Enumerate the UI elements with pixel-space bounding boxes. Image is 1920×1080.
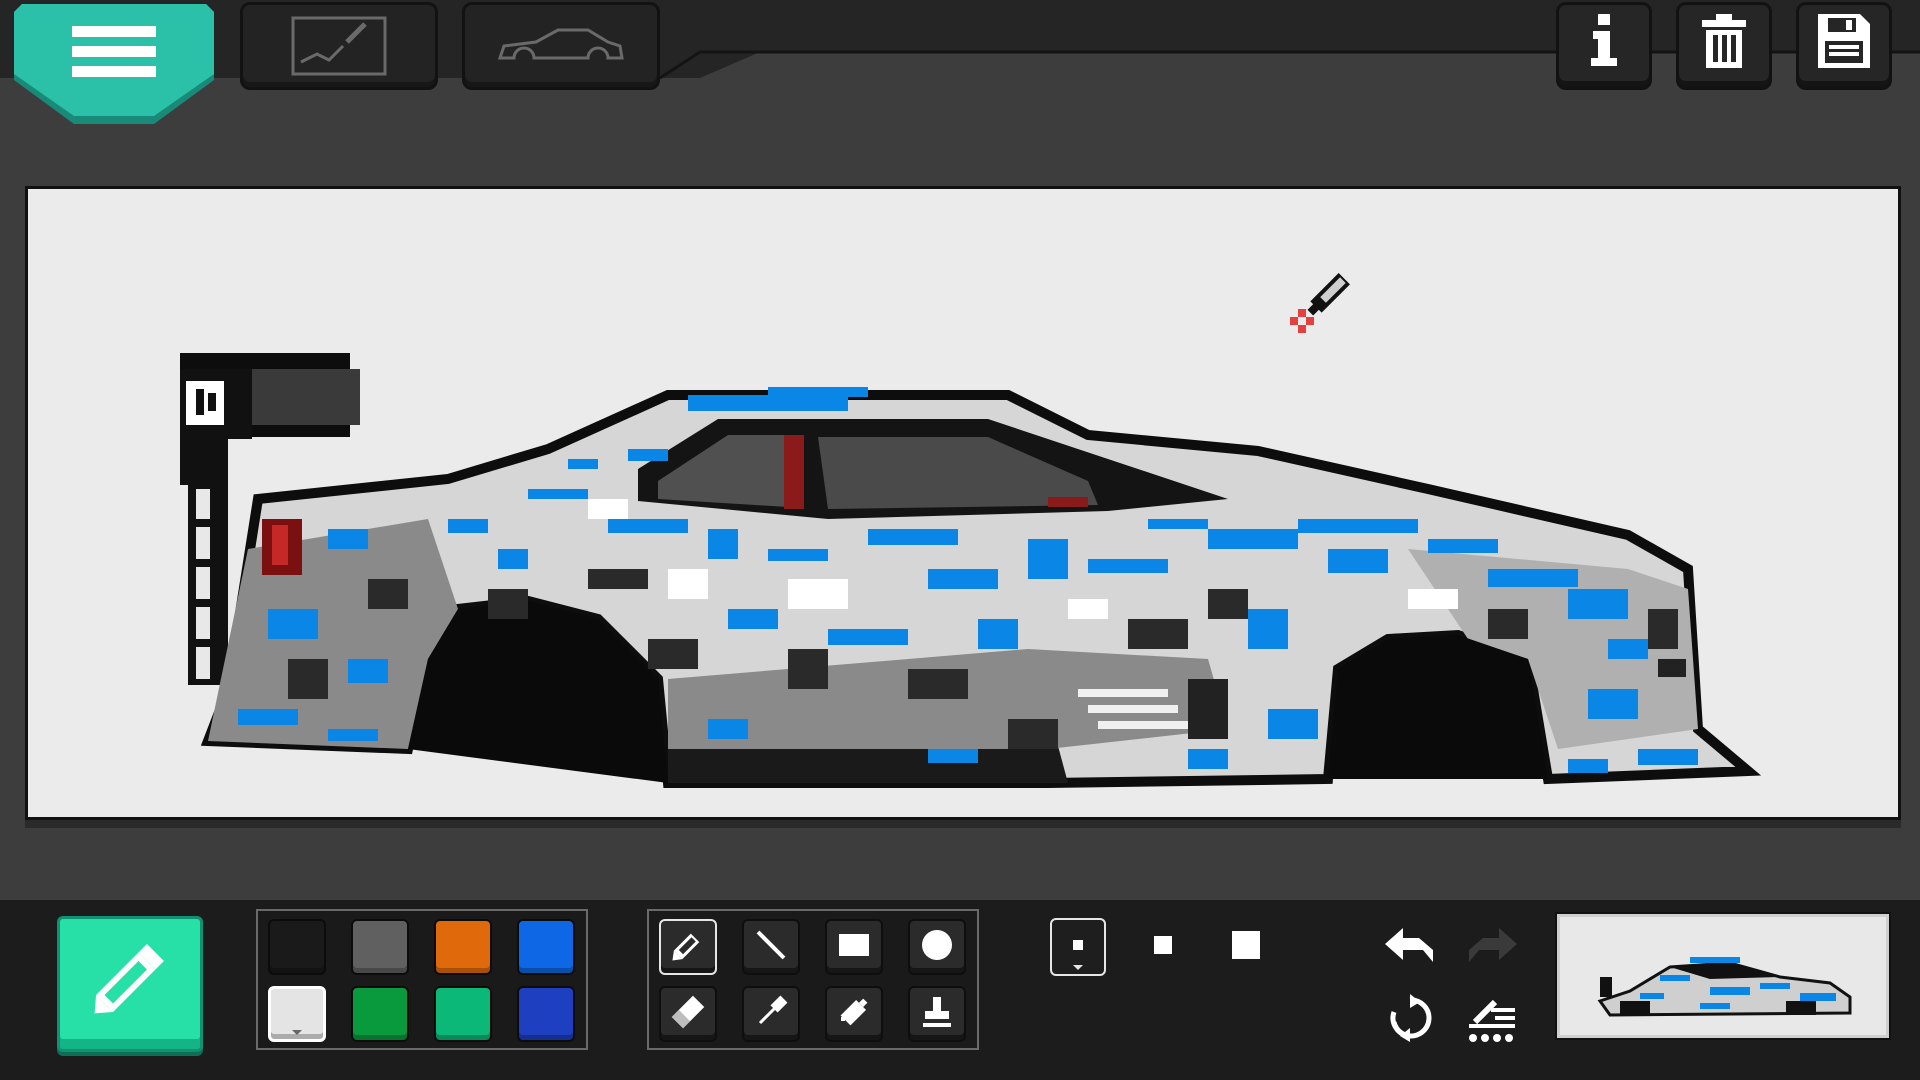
pen-cursor-icon — [1290, 273, 1350, 333]
tool-pencil[interactable] — [659, 919, 717, 975]
tool-spray[interactable] — [825, 986, 883, 1042]
color-swatch[interactable] — [517, 919, 575, 975]
livery-preview-icon — [1597, 957, 1852, 1017]
color-swatch[interactable] — [434, 986, 492, 1042]
top-bar — [0, 0, 1920, 124]
floppy-disk-icon — [1818, 14, 1870, 69]
tool-stamp[interactable] — [908, 986, 966, 1042]
rotate-button[interactable] — [1378, 988, 1442, 1048]
tool-grid — [647, 909, 979, 1050]
info-icon — [1591, 14, 1617, 67]
active-tool-button[interactable] — [57, 916, 203, 1052]
spray-can-icon — [840, 998, 868, 1026]
rotate-icon — [1390, 994, 1432, 1042]
tool-rectangle[interactable] — [825, 919, 883, 975]
color-swatch[interactable] — [517, 986, 575, 1042]
eyedropper-icon — [758, 995, 788, 1024]
color-swatch[interactable] — [351, 919, 409, 975]
layers-edit-icon — [1469, 999, 1515, 1042]
tool-eraser[interactable] — [659, 986, 717, 1042]
color-swatch[interactable] — [268, 919, 326, 975]
color-swatch[interactable] — [268, 986, 326, 1042]
menu-button[interactable] — [14, 4, 214, 128]
car-silhouette-icon — [497, 28, 624, 60]
drawing-board-icon — [291, 16, 387, 76]
tool-line[interactable] — [742, 919, 800, 975]
tool-circle[interactable] — [908, 919, 966, 975]
save-button[interactable] — [1796, 2, 1892, 90]
hamburger-icon — [14, 4, 214, 124]
drawing-canvas[interactable] — [25, 186, 1901, 820]
car-tab[interactable] — [462, 2, 660, 90]
brush-size-small[interactable] — [1050, 918, 1106, 976]
undo-icon — [1385, 928, 1433, 962]
brush-size-medium[interactable] — [1135, 918, 1191, 976]
trash-icon — [1702, 14, 1746, 69]
livery-preview[interactable] — [1557, 914, 1889, 1038]
stamp-icon — [923, 996, 951, 1027]
brush-size-large[interactable] — [1218, 918, 1274, 976]
pencil-icon — [94, 943, 164, 1013]
redo-button[interactable] — [1460, 916, 1524, 976]
undo-button[interactable] — [1378, 916, 1442, 976]
color-swatch[interactable] — [351, 986, 409, 1042]
redo-icon — [1469, 928, 1517, 962]
delete-button[interactable] — [1676, 2, 1772, 90]
circle-icon — [922, 929, 952, 960]
layers-edit-button[interactable] — [1460, 988, 1524, 1048]
color-swatch[interactable] — [434, 919, 492, 975]
info-button[interactable] — [1556, 2, 1652, 90]
rectangle-icon — [839, 933, 869, 956]
draw-tab[interactable] — [240, 2, 438, 90]
pencil-icon — [672, 933, 700, 961]
eraser-icon — [671, 995, 705, 1029]
tool-eyedropper[interactable] — [742, 986, 800, 1042]
car-livery-icon — [180, 273, 1762, 788]
line-icon — [756, 930, 786, 960]
color-palette — [256, 909, 588, 1050]
